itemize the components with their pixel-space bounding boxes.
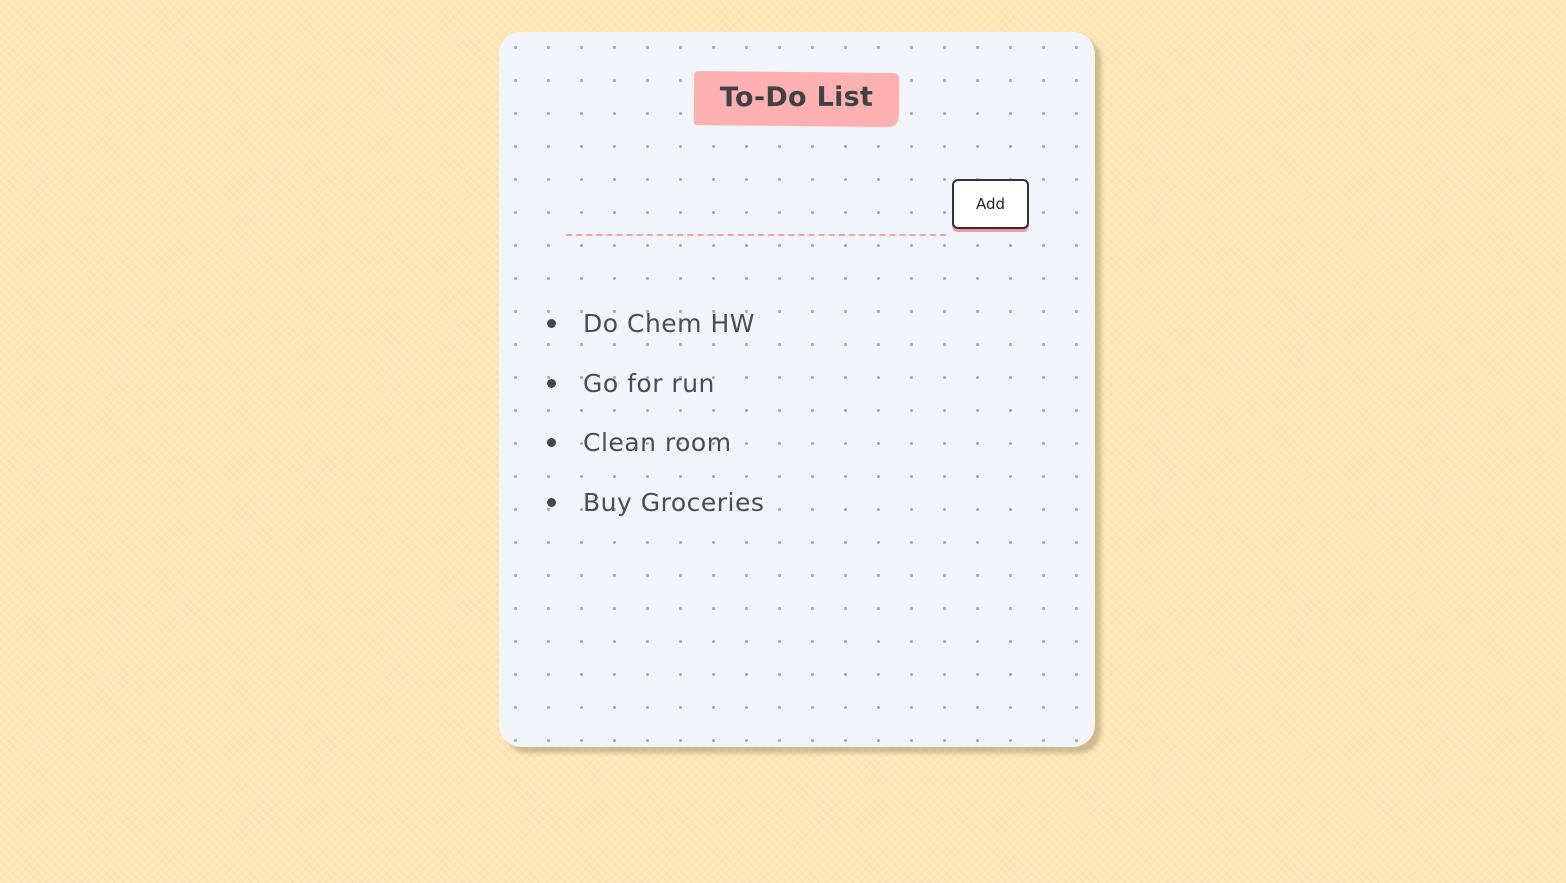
add-button[interactable]: Add — [952, 179, 1029, 229]
task-list: Do Chem HW Go for run Clean room Buy Gro… — [547, 294, 764, 532]
bullet-icon — [547, 319, 556, 329]
task-input[interactable] — [566, 208, 946, 236]
task-label: Go for run — [583, 368, 715, 398]
task-label: Buy Groceries — [583, 487, 765, 517]
bullet-icon — [547, 497, 556, 507]
task-label: Do Chem HW — [583, 309, 755, 339]
list-item[interactable]: Clean room — [547, 413, 764, 473]
title-banner: To-Do List — [693, 70, 900, 128]
bullet-icon — [547, 378, 556, 388]
list-item[interactable]: Go for run — [547, 354, 764, 414]
list-item[interactable]: Buy Groceries — [547, 473, 764, 533]
todo-card: To-Do List Add Do Chem HW Go for run Cle… — [499, 32, 1095, 747]
task-label: Clean room — [583, 428, 732, 458]
bullet-icon — [547, 438, 556, 448]
list-item[interactable]: Do Chem HW — [547, 294, 764, 354]
page-title: To-Do List — [719, 81, 874, 114]
